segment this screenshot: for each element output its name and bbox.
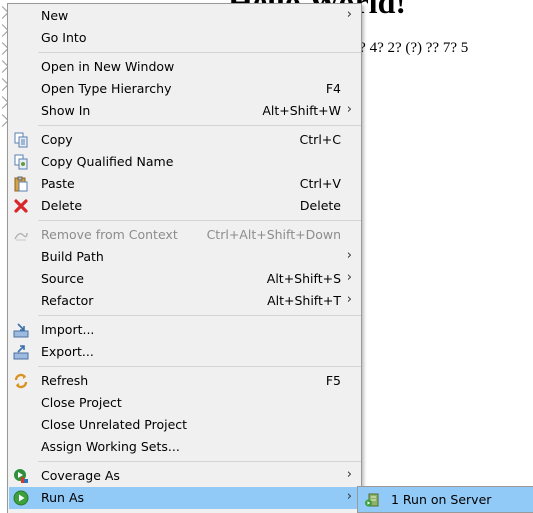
server-run-icon	[364, 492, 380, 508]
submenu-arrow-icon: ›	[346, 292, 352, 307]
submenu-arrow-icon: ›	[346, 489, 352, 504]
menu-item-shortcut: Alt+Shift+S	[266, 271, 341, 286]
submenu-item-run-on-server: 1 Run on Server	[391, 492, 492, 507]
menu-item-shortcut: Delete	[299, 198, 341, 213]
menu-item-run-as[interactable]: Run As ›	[9, 487, 361, 509]
context-menu: New › Go Into Open in New Window Open Ty…	[7, 3, 362, 513]
menu-item-label: Run As	[41, 490, 85, 505]
run-as-submenu[interactable]: 1 Run on Server	[357, 486, 533, 513]
menu-item-delete[interactable]: Delete Delete	[9, 195, 361, 217]
run-icon	[13, 490, 29, 506]
submenu-arrow-icon: ›	[346, 102, 352, 117]
paste-icon	[13, 176, 29, 192]
menu-item-label: Import...	[41, 322, 95, 337]
menu-item-paste[interactable]: Paste Ctrl+V	[9, 173, 361, 195]
menu-separator	[38, 125, 361, 126]
menu-item-label: Assign Working Sets...	[41, 439, 180, 454]
menu-item-show-in[interactable]: Show In Alt+Shift+W ›	[9, 100, 361, 122]
menu-item-assign-working-sets[interactable]: Assign Working Sets...	[9, 436, 361, 458]
menu-item-close-unrelated-project[interactable]: Close Unrelated Project	[9, 414, 361, 436]
submenu-arrow-icon: ›	[346, 270, 352, 285]
menu-item-label: Open Type Hierarchy	[41, 81, 172, 96]
menu-item-import[interactable]: Import...	[9, 319, 361, 341]
menu-item-coverage-as[interactable]: Coverage As ›	[9, 465, 361, 487]
menu-item-open-type-hierarchy[interactable]: Open Type Hierarchy F4	[9, 78, 361, 100]
menu-item-label: Refactor	[41, 293, 94, 308]
menu-item-open-new-window[interactable]: Open in New Window	[9, 56, 361, 78]
menu-item-refresh[interactable]: Refresh F5	[9, 370, 361, 392]
menu-item-shortcut: Ctrl+V	[299, 176, 341, 191]
coverage-icon	[13, 468, 29, 484]
menu-item-label: Open in New Window	[41, 59, 175, 74]
menu-item-label: Export...	[41, 344, 94, 359]
menu-item-label: Build Path	[41, 249, 104, 264]
menu-item-shortcut: Ctrl+Alt+Shift+Down	[206, 227, 341, 242]
menu-separator	[38, 315, 361, 316]
menu-item-label: Close Project	[41, 395, 122, 410]
menu-item-shortcut: Alt+Shift+W	[262, 103, 341, 118]
menu-item-build-path[interactable]: Build Path ›	[9, 246, 361, 268]
menu-item-shortcut: F4	[325, 81, 341, 96]
menu-item-go-into[interactable]: Go Into	[9, 27, 361, 49]
menu-separator	[38, 366, 361, 367]
menu-item-new[interactable]: New ›	[9, 5, 361, 27]
menu-item-label: Go Into	[41, 30, 87, 45]
menu-item-label: Delete	[41, 198, 83, 213]
import-icon	[13, 322, 29, 338]
menu-item-label: Refresh	[41, 373, 89, 388]
copy-icon	[13, 132, 29, 148]
menu-item-label: Remove from Context	[41, 227, 178, 242]
menu-item-refactor[interactable]: Refactor Alt+Shift+T ›	[9, 290, 361, 312]
menu-item-label: Copy Qualified Name	[41, 154, 174, 169]
menu-item-label: Coverage As	[41, 468, 120, 483]
menu-item-shortcut: Ctrl+C	[299, 132, 341, 147]
submenu-arrow-icon: ›	[346, 248, 352, 263]
export-icon	[13, 344, 29, 360]
submenu-arrow-icon: ›	[346, 7, 352, 22]
refresh-icon	[13, 373, 29, 389]
menu-item-label: Close Unrelated Project	[41, 417, 188, 432]
menu-item-export[interactable]: Export...	[9, 341, 361, 363]
menu-separator	[38, 461, 361, 462]
remove-context-icon	[13, 227, 29, 243]
menu-item-shortcut: Alt+Shift+T	[267, 293, 341, 308]
menu-item-label: Paste	[41, 176, 75, 191]
menu-item-copy-qualified-name[interactable]: Copy Qualified Name	[9, 151, 361, 173]
menu-item-label: Source	[41, 271, 84, 286]
menu-item-close-project[interactable]: Close Project	[9, 392, 361, 414]
menu-separator	[38, 220, 361, 221]
menu-item-shortcut: F5	[325, 373, 341, 388]
menu-separator	[38, 52, 361, 53]
menu-item-source[interactable]: Source Alt+Shift+S ›	[9, 268, 361, 290]
menu-item-label: Show In	[41, 103, 91, 118]
copy-qualified-name-icon	[13, 154, 29, 170]
submenu-arrow-icon: ›	[346, 467, 352, 482]
menu-item-label: Copy	[41, 132, 73, 147]
menu-item-remove-from-context: Remove from Context Ctrl+Alt+Shift+Down	[9, 224, 361, 246]
menu-item-label: New	[41, 8, 69, 23]
menu-item-copy[interactable]: Copy Ctrl+C	[9, 129, 361, 151]
delete-icon	[13, 198, 29, 214]
